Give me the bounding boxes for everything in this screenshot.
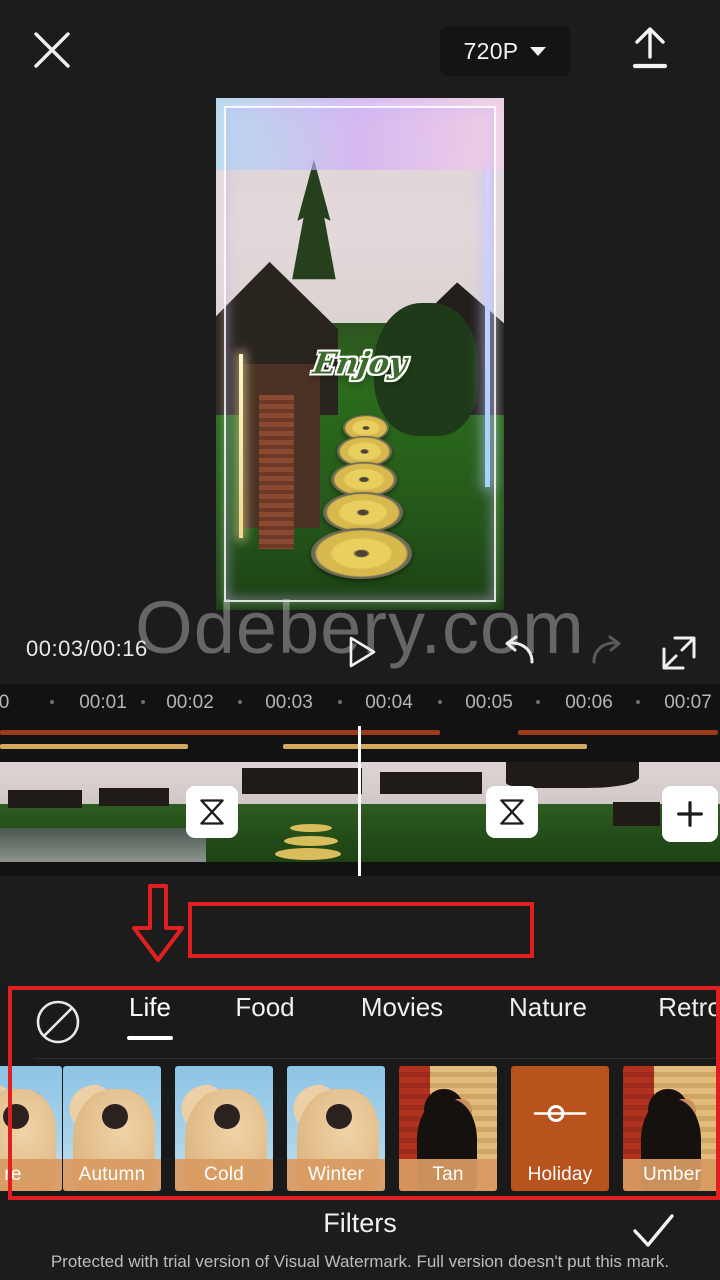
playback-bar: 00:03/00:16 <box>0 620 720 680</box>
filter-item-label: Holiday <box>527 1164 593 1185</box>
check-icon[interactable] <box>630 1212 676 1252</box>
filter-tab-life[interactable]: Life <box>129 992 171 1023</box>
preview-overlay-text[interactable]: Enjoy <box>311 347 410 382</box>
watermark-notice: Protected with trial version of Visual W… <box>50 1252 670 1271</box>
filter-item-label: Autumn <box>63 1159 161 1191</box>
scene-stone <box>322 492 404 534</box>
filter-tab-movies[interactable]: Movies <box>361 992 443 1023</box>
timeline-clip[interactable] <box>0 762 206 862</box>
timeline-clip[interactable] <box>206 762 506 862</box>
resolution-label: 720P <box>463 37 519 64</box>
playback-time: 00:03/00:16 <box>26 636 148 661</box>
filter-item-umber[interactable]: Umber <box>623 1066 720 1191</box>
ruler-tick-label: 00:04 <box>365 692 413 713</box>
filter-item-re[interactable]: re <box>0 1066 62 1191</box>
transition-icon[interactable] <box>486 786 538 838</box>
filter-category-tabs[interactable]: Life Food Movies Nature Retro <box>0 986 720 1052</box>
bottom-bar: Filters Protected with trial version of … <box>0 1204 720 1280</box>
filter-tab-nature[interactable]: Nature <box>509 992 587 1023</box>
undo-icon[interactable] <box>500 634 538 670</box>
scene-gradient-top <box>216 98 504 170</box>
page-title: Filters <box>323 1208 397 1238</box>
filter-item-label: Winter <box>287 1159 385 1191</box>
plus-icon[interactable] <box>662 786 718 842</box>
filter-item-label: Tan <box>399 1159 497 1191</box>
filter-item-label: Umber <box>623 1159 720 1191</box>
filters-panel[interactable]: Life Food Movies Nature Retro re Autumn Cold Wi… <box>0 986 720 1200</box>
video-editor-screen: 720P Enjoy Odebery.com 00:03/00:16 0 00:… <box>0 0 720 1280</box>
filter-intensity-slider[interactable] <box>0 878 720 982</box>
filter-item-winter[interactable]: Winter <box>287 1066 385 1191</box>
ruler-tick-label: 00:06 <box>565 692 613 713</box>
ruler-tick-dot <box>338 700 342 704</box>
filter-item-tan[interactable]: Tan <box>399 1066 497 1191</box>
active-tab-underline <box>127 1036 173 1040</box>
fullscreen-icon[interactable] <box>660 634 698 672</box>
filter-tab-retro[interactable]: Retro <box>658 992 720 1023</box>
ruler-tick-dot <box>141 700 145 704</box>
scene-neon-left <box>239 354 244 539</box>
video-preview-stage[interactable]: Enjoy <box>0 92 720 612</box>
clip-thumbnail <box>0 762 206 862</box>
ruler-tick-label: 00:02 <box>166 692 214 713</box>
ruler-tick-dot <box>238 700 242 704</box>
export-upload-icon[interactable] <box>626 24 674 76</box>
ruler-tick-dot <box>438 700 442 704</box>
scene-neon-right <box>484 169 490 488</box>
ruler-tick-dot <box>50 700 54 704</box>
ruler-tick-dot <box>536 700 540 704</box>
ruler-tick-label: 00:03 <box>265 692 313 713</box>
filter-item-cold[interactable]: Cold <box>175 1066 273 1191</box>
timeline-track[interactable] <box>0 726 720 876</box>
filter-tab-food[interactable]: Food <box>235 992 294 1023</box>
timeline-ruler[interactable]: 0 00:01 00:02 00:03 00:04 00:05 00:06 00:07 <box>0 684 720 726</box>
close-icon[interactable] <box>28 26 76 74</box>
preview-scene: Enjoy <box>216 98 504 610</box>
playhead[interactable] <box>358 726 361 876</box>
ruler-tick-dot <box>636 700 640 704</box>
chevron-down-icon <box>530 46 547 56</box>
timeline-bar <box>518 730 718 735</box>
ruler-tick-label: 00:05 <box>465 692 513 713</box>
clip-thumbnail <box>206 762 506 862</box>
resolution-selector[interactable]: 720P <box>440 26 570 76</box>
scene-stone <box>311 528 412 580</box>
ruler-tick-label: 0 <box>0 692 10 713</box>
video-preview[interactable]: Enjoy <box>216 98 504 610</box>
top-bar: 720P <box>0 0 720 100</box>
tabs-divider <box>34 1058 720 1059</box>
filter-item-label: Cold <box>175 1159 273 1191</box>
ruler-tick-label: 00:07 <box>664 692 712 713</box>
scene-brick-pillar <box>259 394 294 549</box>
ruler-tick-label: 00:01 <box>79 692 127 713</box>
filter-item-autumn[interactable]: Autumn <box>63 1066 161 1191</box>
filter-item-label: re <box>0 1159 62 1191</box>
no-filter-icon[interactable] <box>34 998 82 1046</box>
play-icon[interactable] <box>340 632 380 672</box>
timeline-bar <box>0 730 440 735</box>
filter-thumbnail-list[interactable]: re Autumn Cold Winter Tan Holiday Umber <box>0 1066 720 1191</box>
redo-icon[interactable] <box>588 634 626 670</box>
transition-icon[interactable] <box>186 786 238 838</box>
timeline-bar <box>283 744 587 749</box>
filter-item-holiday[interactable]: Holiday <box>511 1066 609 1191</box>
timeline-bar <box>0 744 188 749</box>
